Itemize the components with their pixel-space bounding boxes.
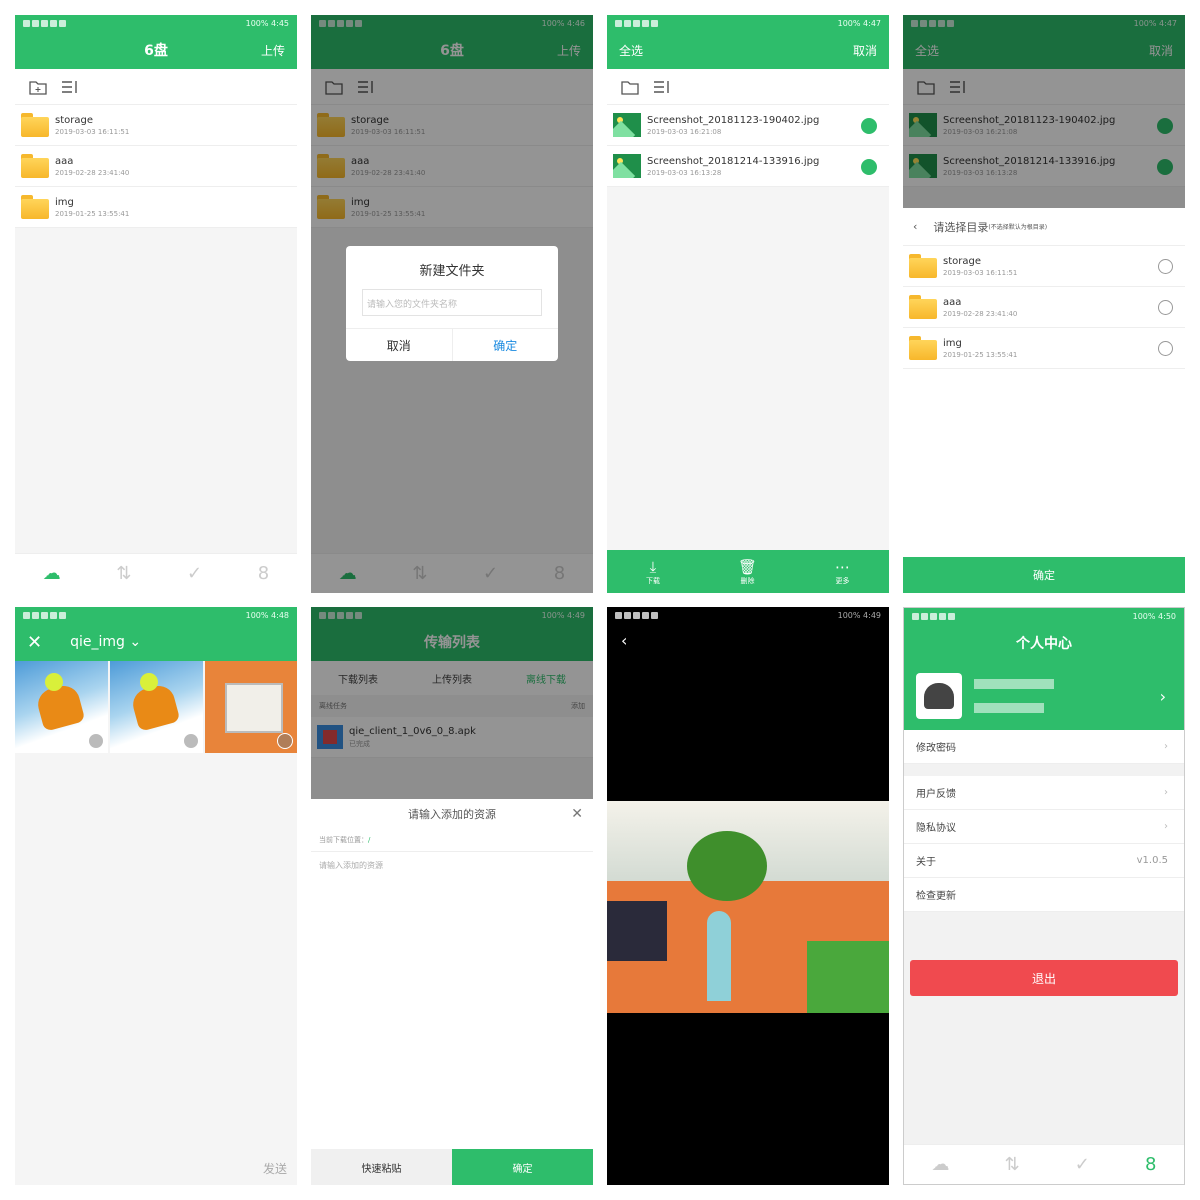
header: 100% 4:45 6盘 上传 xyxy=(15,15,297,69)
selected-indicator[interactable] xyxy=(861,118,877,134)
back-icon[interactable]: ‹ xyxy=(913,220,917,233)
list-item[interactable]: storage 2019-03-03 16:11:51 xyxy=(903,246,1185,287)
version-text: v1.0.5 xyxy=(1136,855,1168,866)
screen-image-picker: 100% 4:48 ✕ qie_img ⌄ 发送 xyxy=(15,607,297,1185)
send-button[interactable]: 发送 xyxy=(263,1160,287,1177)
list-item[interactable]: Screenshot_20181214-133916.jpg 2019-03-03… xyxy=(607,146,889,187)
quick-paste-button[interactable]: 快速粘贴 xyxy=(311,1149,452,1185)
album-selector[interactable]: qie_img ⌄ xyxy=(70,634,141,650)
image-file-icon xyxy=(613,113,641,137)
avatar xyxy=(916,673,962,719)
confirm-button[interactable]: 确定 xyxy=(903,557,1185,593)
directory-sheet: ‹ 请选择目录 (不选择默认为根目录) storage 2019-03-03 16:… xyxy=(903,208,1185,593)
tab-bar: ☁ ⇅ ✓ 8 xyxy=(15,553,297,593)
radio-button[interactable] xyxy=(1158,341,1173,356)
list-item[interactable]: aaa 2019-02-28 23:41:40 xyxy=(15,146,297,187)
sort-icon[interactable] xyxy=(61,79,79,95)
upload-button[interactable]: 上传 xyxy=(261,42,285,59)
list-item[interactable]: img 2019-01-25 13:55:41 xyxy=(15,187,297,228)
delete-button[interactable]: 🗑 删除 xyxy=(738,558,757,586)
action-bar: ⤓ 下载 🗑 删除 ⋯ 更多 xyxy=(607,550,889,593)
cancel-button[interactable]: 取消 xyxy=(853,42,877,59)
menu-item[interactable]: 用户反馈 › xyxy=(904,776,1184,810)
page-title: 6盘 xyxy=(144,43,168,59)
menu-item[interactable]: 修改密码 › xyxy=(904,730,1184,764)
list-item[interactable]: aaa 2019-02-28 23:41:40 xyxy=(903,287,1185,328)
more-button[interactable]: ⋯ 更多 xyxy=(835,558,850,586)
radio-button[interactable] xyxy=(1158,300,1173,315)
back-icon[interactable]: ‹ xyxy=(607,623,889,658)
close-icon[interactable]: ✕ xyxy=(571,806,583,822)
menu-item[interactable]: 隐私协议 › xyxy=(904,810,1184,844)
new-folder-dialog: 新建文件夹 请输入您的文件夹名称 取消 确定 xyxy=(346,246,558,361)
menu-item[interactable]: 检查更新 xyxy=(904,878,1184,912)
select-all-button[interactable]: 全选 xyxy=(619,42,643,59)
list-item[interactable]: storage 2019-03-03 16:11:51 xyxy=(15,105,297,146)
image-file-icon xyxy=(613,154,641,178)
screen-file-list: 100% 4:45 6盘 上传 storage 2019-03-03 16:11:5… xyxy=(15,15,297,593)
cloud-tab-icon[interactable]: ☁ xyxy=(43,563,61,584)
screen-transfer-list: 100% 4:49 传输列表 下载列表 上传列表 离线下载 离线任务 添加 qie… xyxy=(311,607,593,1185)
folder-icon xyxy=(21,113,49,137)
screen-new-folder-dialog: 100% 4:46 6盘 上传 storage 2019-03-03 16:11:5… xyxy=(311,15,593,593)
cancel-button[interactable]: 取消 xyxy=(346,329,453,361)
menu-item[interactable]: 关于 v1.0.5 xyxy=(904,844,1184,878)
check-tab-icon[interactable]: ✓ xyxy=(187,563,202,584)
add-resource-sheet: 请输入添加的资源 ✕ 当前下载位置：/ 请输入添加的资源 快速粘贴 确定 xyxy=(311,799,593,1185)
folder-icon xyxy=(21,154,49,178)
screen-choose-directory: 100% 4:47 全选 取消 Screenshot_20181123-19040… xyxy=(903,15,1185,593)
close-icon[interactable]: ✕ xyxy=(27,632,42,653)
transfer-tab-icon[interactable]: ⇅ xyxy=(116,563,131,584)
screen-multi-select: 100% 4:47 全选 取消 Screenshot_20181123-19040… xyxy=(607,15,889,593)
list-item[interactable]: Screenshot_20181123-190402.jpg 2019-03-03… xyxy=(607,105,889,146)
profile-card[interactable]: › xyxy=(904,662,1184,730)
toolbar xyxy=(15,69,297,105)
download-button[interactable]: ⤓ 下载 xyxy=(646,558,660,586)
confirm-button[interactable]: 确定 xyxy=(453,329,559,361)
user-tab-icon[interactable]: 8 xyxy=(258,563,269,584)
resource-input[interactable]: 请输入添加的资源 xyxy=(311,852,593,1132)
screen-image-viewer: 100% 4:49 ‹ xyxy=(607,607,889,1185)
chevron-right-icon: › xyxy=(1159,686,1166,706)
preview-photo[interactable] xyxy=(607,801,889,1013)
photo-thumbnail[interactable] xyxy=(205,661,297,753)
logout-button[interactable]: 退出 xyxy=(910,960,1178,996)
folder-name-input[interactable]: 请输入您的文件夹名称 xyxy=(362,289,542,316)
screen-profile: 100% 4:50 个人中心 › 修改密码 › 用户反馈 › 隐私协议 › 关于 v1.… xyxy=(903,607,1185,1185)
folder-icon xyxy=(21,195,49,219)
photo-thumbnail[interactable] xyxy=(110,661,203,753)
list-item[interactable]: img 2019-01-25 13:55:41 xyxy=(903,328,1185,369)
dialog-title: 新建文件夹 xyxy=(419,264,485,279)
confirm-button[interactable]: 确定 xyxy=(452,1149,593,1185)
radio-button[interactable] xyxy=(1158,259,1173,274)
photo-thumbnail[interactable] xyxy=(15,661,108,753)
new-folder-icon[interactable] xyxy=(29,79,47,95)
selected-indicator[interactable] xyxy=(861,159,877,175)
status-bar: 100% 4:45 xyxy=(15,15,297,31)
